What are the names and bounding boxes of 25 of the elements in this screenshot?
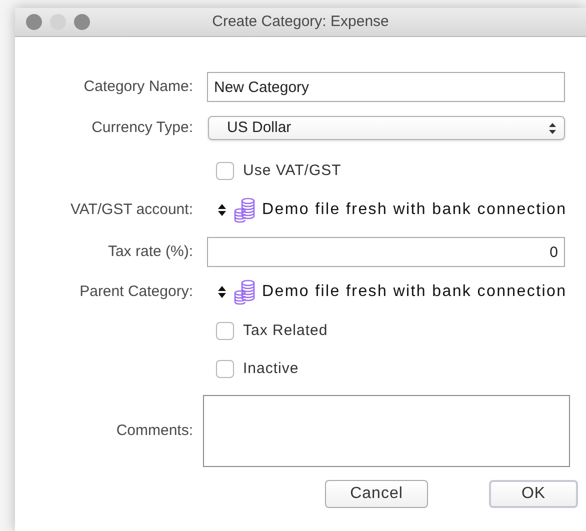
- close-button[interactable]: [26, 14, 42, 30]
- tax-rate-field[interactable]: 0: [207, 237, 565, 267]
- checkbox-option[interactable]: Tax Related: [216, 320, 328, 342]
- stepper-arrows-icon[interactable]: [218, 286, 226, 298]
- stepper-arrows-icon[interactable]: [218, 204, 226, 216]
- account-popup[interactable]: Demo file fresh with bank connection: [262, 280, 567, 304]
- window-title: Create Category: Expense: [212, 12, 389, 32]
- name-field[interactable]: New Category: [207, 72, 565, 102]
- zoom-button[interactable]: [74, 14, 90, 30]
- cancel-button[interactable]: Cancel: [325, 480, 428, 508]
- account-popup[interactable]: Demo file fresh with bank connection: [262, 198, 567, 222]
- coins-icon: [234, 197, 256, 223]
- ok-button[interactable]: OK: [489, 480, 578, 508]
- field-label: Parent Category:: [80, 282, 193, 302]
- field-label: Tax rate (%):: [108, 242, 193, 262]
- checkbox-option[interactable]: Inactive: [216, 358, 299, 380]
- field-label: Currency Type:: [92, 118, 193, 138]
- currency-select[interactable]: US Dollar: [208, 116, 565, 140]
- field-label: Comments:: [116, 420, 193, 441]
- field-label: Category Name:: [84, 76, 193, 97]
- stepper-arrows-icon: [549, 122, 556, 134]
- field-label: VAT/GST account:: [70, 200, 193, 220]
- checkbox-option[interactable]: Use VAT/GST: [216, 160, 342, 182]
- coins-icon: [234, 279, 256, 305]
- comments-field[interactable]: [203, 395, 570, 467]
